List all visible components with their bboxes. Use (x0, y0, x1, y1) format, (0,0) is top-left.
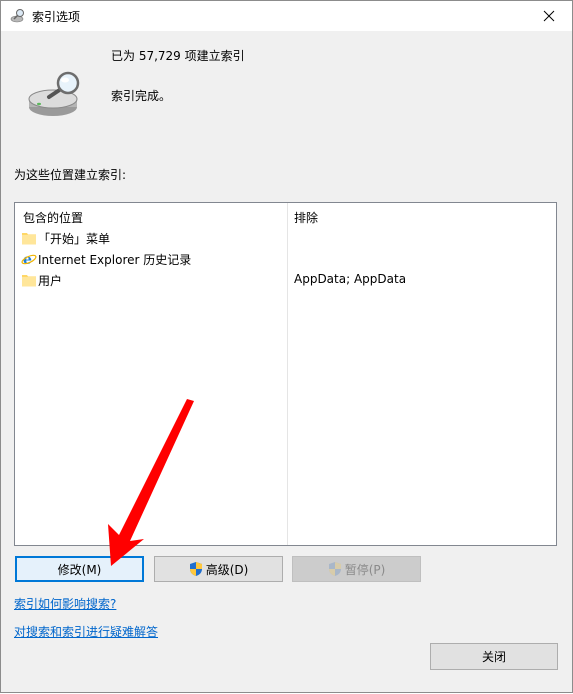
internet-explorer-icon: e (21, 252, 37, 267)
indexed-locations-list[interactable]: 包含的位置 排除 「开始」菜单 e Internet Explorer 历史记录 (14, 202, 557, 546)
indexing-drive-icon (28, 71, 80, 116)
how-indexing-affects-search-link[interactable]: 索引如何影响搜索? (14, 595, 116, 612)
header-exclude[interactable]: 排除 (294, 209, 318, 226)
location-row[interactable]: 「开始」菜单 (15, 227, 556, 248)
location-name: 「开始」菜单 (38, 232, 111, 246)
title-bar: 索引选项 (1, 1, 572, 31)
modify-button[interactable]: 修改(M) (15, 556, 144, 582)
pause-button-label: 暂停(P) (344, 562, 386, 577)
location-name: 用户 (38, 274, 63, 288)
close-button[interactable]: 关闭 (430, 643, 558, 670)
pause-button[interactable]: 暂停(P) (292, 556, 421, 582)
close-window-button[interactable] (526, 1, 572, 31)
location-name: Internet Explorer 历史记录 (38, 253, 192, 267)
close-icon (543, 10, 555, 22)
indexed-count: 已为 57,729 项建立索引 (111, 49, 245, 63)
uac-shield-icon (328, 562, 341, 576)
close-button-label: 关闭 (481, 650, 506, 664)
location-row[interactable]: e Internet Explorer 历史记录 (15, 248, 556, 269)
indexing-options-icon (10, 9, 24, 23)
modify-button-label: 修改(M) (57, 562, 102, 577)
header-included-locations[interactable]: 包含的位置 (23, 209, 83, 226)
window-title: 索引选项 (32, 10, 81, 24)
folder-icon (22, 233, 36, 245)
indexing-options-dialog: 索引选项 已为 57,729 项建立索引 索引完成。 为这些位置建立索引: 包含… (0, 0, 573, 693)
uac-shield-icon (189, 562, 202, 576)
folder-icon (22, 275, 36, 287)
location-exclude: AppData; AppData (294, 272, 407, 286)
troubleshoot-search-link[interactable]: 对搜索和索引进行疑难解答 (14, 623, 158, 640)
advanced-button[interactable]: 高级(D) (154, 556, 283, 582)
locations-label: 为这些位置建立索引: (14, 168, 127, 182)
list-header: 包含的位置 排除 (15, 203, 556, 227)
location-row[interactable]: 用户 AppData; AppData (15, 269, 556, 290)
advanced-button-label: 高级(D) (205, 562, 249, 577)
indexing-status: 索引完成。 (111, 89, 172, 103)
